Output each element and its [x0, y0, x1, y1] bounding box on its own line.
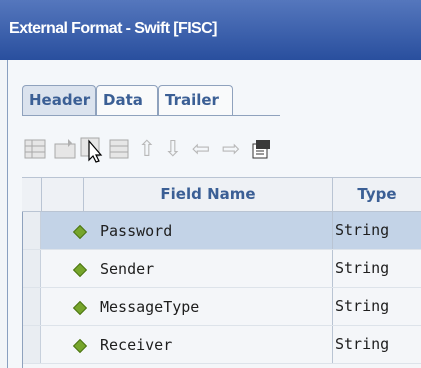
- header-type[interactable]: Type: [333, 178, 421, 211]
- field-type-cell: String: [335, 221, 390, 239]
- header-gutter: [22, 178, 42, 211]
- field-type-cell: String: [335, 335, 390, 353]
- toolbar: ⇧ ⇩ ⇦ ⇨: [22, 134, 421, 168]
- field-name-cell: MessageType: [100, 298, 200, 316]
- field-diamond-icon: [72, 262, 88, 278]
- edit-icon[interactable]: [80, 134, 106, 164]
- move-right-icon[interactable]: ⇨: [218, 134, 244, 164]
- column-divider: [332, 326, 333, 363]
- move-down-icon[interactable]: ⇩: [160, 134, 186, 164]
- row-gutter: [22, 326, 41, 363]
- grid-header: Field Name Type: [22, 177, 421, 212]
- field-name-cell: Receiver: [100, 336, 173, 354]
- header-icon-col: [42, 178, 84, 211]
- window-title: External Format - Swift [FISC]: [9, 20, 217, 37]
- row-gutter: [22, 288, 41, 325]
- field-diamond-icon: [72, 338, 88, 354]
- field-diamond-icon: [72, 224, 88, 240]
- properties-grid-icon[interactable]: [106, 134, 132, 164]
- column-divider: [332, 250, 333, 287]
- window-title-bar: External Format - Swift [FISC]: [0, 0, 421, 60]
- add-row-icon[interactable]: [22, 134, 48, 164]
- row-gutter: [22, 250, 41, 287]
- field-name-cell: Sender: [100, 260, 155, 278]
- tab-trailer[interactable]: Trailer: [158, 85, 233, 115]
- table-row[interactable]: Sender String: [22, 250, 421, 288]
- tab-data[interactable]: Data: [96, 85, 158, 115]
- properties-icon[interactable]: [248, 134, 274, 164]
- row-gutter: [22, 212, 41, 249]
- move-up-icon[interactable]: ⇧: [134, 134, 160, 164]
- field-diamond-icon: [72, 300, 88, 316]
- field-type-cell: String: [335, 259, 390, 277]
- column-divider: [332, 212, 333, 249]
- column-divider: [332, 288, 333, 325]
- fields-grid: Field Name Type Password String Sender S…: [22, 177, 421, 368]
- field-name-cell: Password: [100, 222, 173, 240]
- header-field-name[interactable]: Field Name: [84, 178, 333, 211]
- table-row[interactable]: MessageType String: [22, 288, 421, 326]
- table-row[interactable]: Receiver String: [22, 326, 421, 364]
- field-type-cell: String: [335, 297, 390, 315]
- grid-left-border: [22, 212, 23, 368]
- move-left-icon[interactable]: ⇦: [188, 134, 214, 164]
- tab-header[interactable]: Header: [22, 85, 96, 115]
- table-row[interactable]: Password String: [22, 212, 421, 250]
- tab-baseline: [22, 115, 280, 116]
- insert-icon[interactable]: [52, 134, 78, 164]
